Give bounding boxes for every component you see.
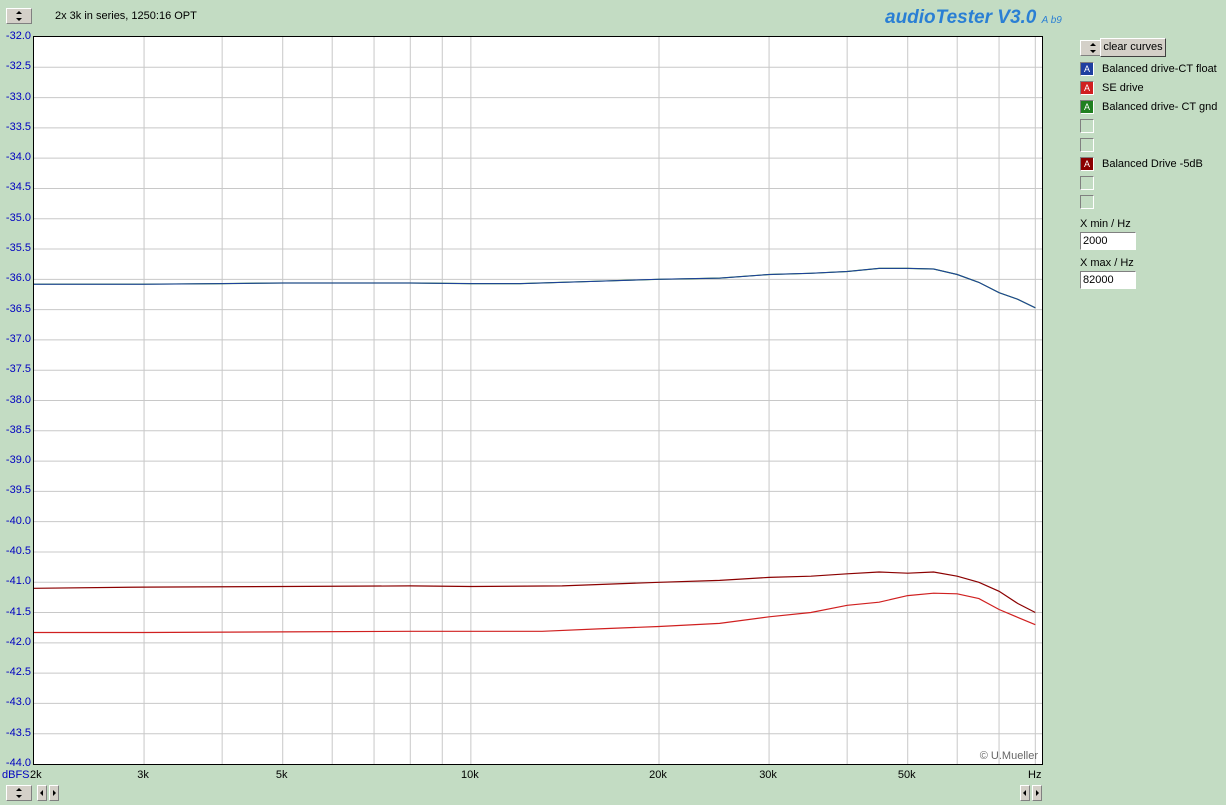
xmax-label: X max / Hz [1080,257,1134,269]
legend-label: Balanced Drive -5dB [1102,158,1203,170]
legend-toggle-checkbox[interactable] [1080,119,1094,133]
x-tick-label: 30k [759,769,777,781]
x-min-left-button[interactable] [37,785,47,801]
title-spin-button[interactable] [6,8,32,24]
y-tick-label: -38.0 [5,393,31,406]
y-scale-spin-button[interactable] [6,785,32,801]
plot-area: © U.Mueller [33,36,1043,765]
legend-item[interactable] [1080,137,1102,153]
y-tick-label: -35.0 [5,211,31,224]
y-tick-label: -40.0 [5,514,31,527]
legend-toggle-checkbox[interactable] [1080,176,1094,190]
x-tick-label: 10k [460,769,479,781]
xmin-input[interactable] [1080,232,1136,250]
x-max-left-button[interactable] [1020,785,1030,801]
x-max-right-button[interactable] [1032,785,1042,801]
legend-toggle-checkbox[interactable] [1080,138,1094,152]
y-tick-label: -32.5 [5,60,31,73]
x-tick-label: 20k [649,769,667,781]
app-brand-text: audioTester V3.0 [885,7,1037,28]
app-brand-version: A b9 [1041,15,1062,26]
legend-label: Balanced drive- CT gnd [1102,101,1218,113]
y-tick-label: -36.0 [5,272,31,285]
y-tick-label: -36.5 [5,302,31,315]
legend-item[interactable]: A SE drive [1080,80,1144,96]
y-tick-label: -41.0 [5,575,31,588]
app-brand: audioTester V3.0 A b9 [885,7,1062,29]
xmax-input[interactable] [1080,271,1136,289]
y-unit-label: dBFS [2,769,30,781]
legend-toggle-checkbox[interactable]: A [1080,81,1094,95]
series-line [34,267,1036,309]
y-tick-label: -40.5 [5,544,31,557]
legend-item[interactable]: A Balanced drive-CT float [1080,61,1217,77]
x-min-right-button[interactable] [49,785,59,801]
series-line [34,267,1036,309]
copyright-label: © U.Mueller [979,750,1038,762]
y-tick-label: -42.0 [5,635,31,648]
y-tick-label: -32.0 [5,30,31,42]
y-tick-label: -37.5 [5,363,31,376]
x-tick-label: 50k [897,769,916,781]
legend-item[interactable] [1080,118,1102,134]
legend-toggle-checkbox[interactable]: A [1080,62,1094,76]
legend-item[interactable] [1080,175,1102,191]
y-tick-label: -39.0 [5,454,31,467]
y-tick-label: -34.5 [5,181,31,194]
legend-toggle-checkbox[interactable]: A [1080,157,1094,171]
legend-item[interactable]: A Balanced Drive -5dB [1080,156,1203,172]
y-tick-label: -41.5 [5,605,31,618]
x-unit-label: Hz [1028,769,1042,781]
x-tick-label: 3k [137,769,149,781]
y-tick-label: -35.5 [5,242,31,255]
y-tick-label: -43.5 [5,726,31,739]
y-tick-label: -39.5 [5,484,31,497]
y-tick-label: -44.0 [5,757,31,769]
legend-toggle-checkbox[interactable]: A [1080,100,1094,114]
series-line [34,571,1036,614]
clear-curves-button[interactable]: clear curves [1100,38,1166,57]
legend-toggle-checkbox[interactable] [1080,195,1094,209]
frequency-response-chart [34,37,1042,764]
legend-item[interactable] [1080,194,1102,210]
x-tick-label: 5k [275,769,288,781]
y-tick-label: -37.0 [5,332,31,345]
y-tick-label: -38.5 [5,423,31,436]
legend-item[interactable]: A Balanced drive- CT gnd [1080,99,1217,115]
y-tick-label: -34.0 [5,151,31,164]
legend-label: SE drive [1102,82,1144,94]
x-tick-label: 2k [30,769,42,781]
y-tick-label: -33.0 [5,90,31,103]
chart-subtitle: 2x 3k in series, 1250:16 OPT [55,10,197,22]
xmin-label: X min / Hz [1080,218,1131,230]
y-tick-label: -33.5 [5,120,31,133]
legend-label: Balanced drive-CT float [1102,63,1217,75]
y-tick-label: -43.0 [5,696,31,709]
y-tick-label: -42.5 [5,666,31,679]
